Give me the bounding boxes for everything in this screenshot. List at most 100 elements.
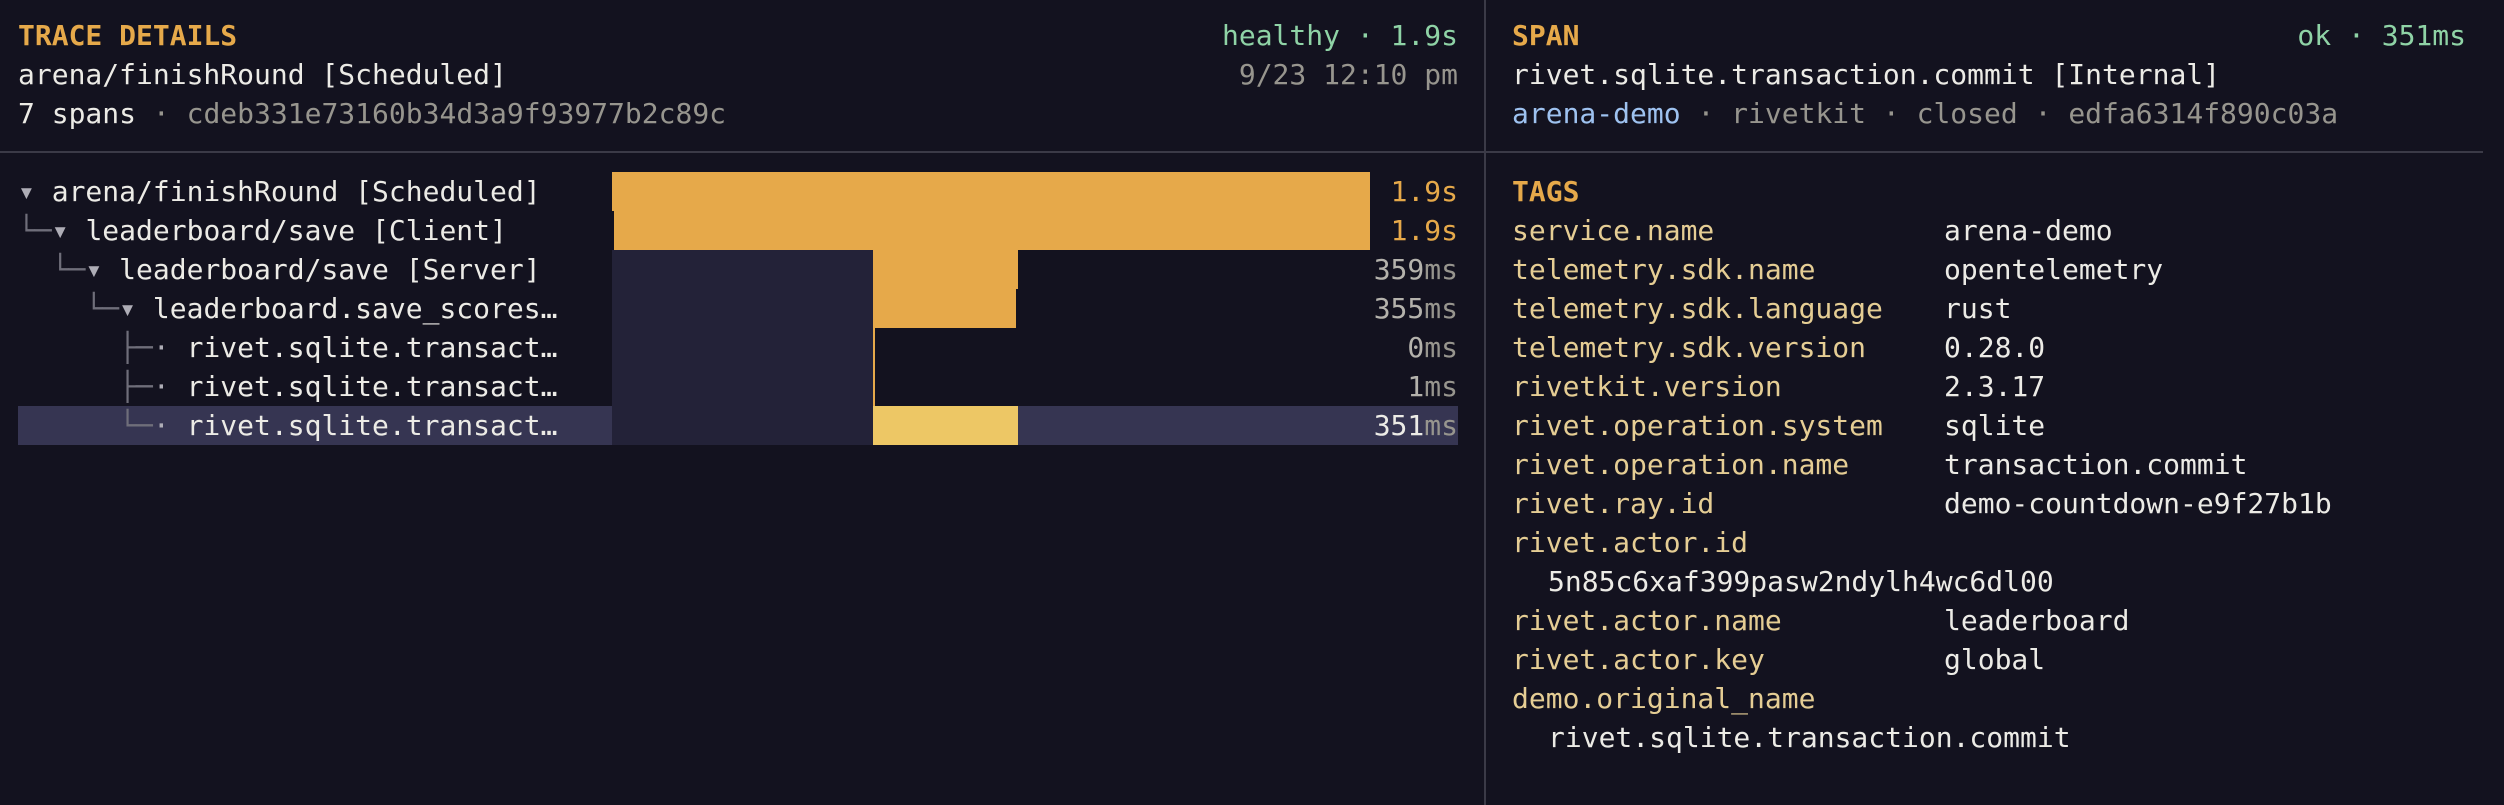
tree-branch: ├─	[18, 331, 153, 364]
duration-value: 1.9	[1390, 214, 1442, 247]
duration-unit: ms	[1424, 253, 1458, 286]
trace-timestamp: 9/23 12:10 pm	[1238, 58, 1458, 91]
dot-icon: ·	[152, 331, 170, 364]
span-count: 7 spans	[18, 97, 137, 130]
timeline-offset	[612, 328, 873, 367]
span-duration: 1.9s	[1391, 172, 1458, 211]
caret-down-icon[interactable]: ▾	[85, 253, 102, 286]
tag-key: rivet.actor.name	[1512, 604, 1782, 637]
span-heading: SPAN	[1512, 19, 1580, 52]
timeline-bar	[873, 406, 1018, 445]
span-row[interactable]: └─▾ leaderboard/save [Client] 1.9s	[18, 211, 1458, 250]
tag-value: 5n85c6xaf399pasw2ndylh4wc6dl00	[1548, 565, 2054, 598]
timeline-track	[612, 172, 1370, 211]
trace-id: cdeb331e73160b34d3a9f93977b2c89c	[186, 97, 727, 130]
tree-branch: └─	[18, 292, 120, 325]
span-duration: 0ms	[1407, 328, 1458, 367]
timeline-bar	[873, 328, 875, 367]
tag-value: 2.3.17	[1944, 370, 2046, 403]
trace-name: arena/finishRound [Scheduled]	[18, 58, 507, 91]
header-divider	[0, 151, 1484, 153]
duration-unit: s	[1441, 214, 1458, 247]
span-row[interactable]: └─▾ leaderboard/save [Server] 359ms	[18, 250, 1458, 289]
meta-separator: ·	[152, 97, 170, 130]
timeline-bar	[873, 250, 1018, 289]
span-duration: 351ms	[1374, 406, 1458, 445]
caret-down-icon[interactable]: ▾	[119, 292, 136, 325]
span-row-label: └─· rivet.sqlite.transact…	[18, 406, 557, 445]
tag-key: rivet.operation.system	[1512, 409, 1883, 442]
tag-key: rivet.operation.name	[1512, 448, 1850, 481]
span-name: rivet.sqlite.transact…	[186, 409, 558, 442]
span-row-label: └─▾ leaderboard/save [Server]	[18, 250, 541, 289]
span-row[interactable]: └─▾ leaderboard.save_scores… 355ms	[18, 289, 1458, 328]
duration-value: 351	[1373, 409, 1425, 442]
trace-details-panel: TRACE DETAILS healthy · 1.9s arena/finis…	[0, 0, 1484, 805]
service-link[interactable]: arena-demo	[1512, 97, 1681, 130]
tag-key: rivetkit.version	[1512, 370, 1782, 403]
span-name: leaderboard.save_scores…	[152, 292, 558, 325]
span-name: leaderboard/save [Server]	[119, 253, 541, 286]
span-row-label: └─▾ leaderboard/save [Client]	[18, 211, 507, 250]
span-row[interactable]: ├─· rivet.sqlite.transact… 1ms	[18, 367, 1458, 406]
meta-separator: ·	[2034, 97, 2052, 130]
tree-branch: └─	[18, 214, 52, 247]
tag-value: transaction.commit	[1944, 448, 2248, 481]
timeline-bar	[614, 211, 1370, 250]
tag-key: telemetry.sdk.name	[1512, 253, 1816, 286]
span-id: edfa6314f890c03a	[2068, 97, 2339, 130]
tag-value: opentelemetry	[1944, 253, 2164, 286]
span-row[interactable]: ├─· rivet.sqlite.transact… 0ms	[18, 328, 1458, 367]
timeline-track	[612, 406, 1370, 445]
duration-unit: ms	[1424, 331, 1458, 364]
tag-key: service.name	[1512, 214, 1715, 247]
caret-down-icon[interactable]: ▾	[52, 214, 69, 247]
span-row[interactable]: └─· rivet.sqlite.transact… 351ms	[18, 406, 1458, 445]
timeline-track	[612, 328, 1370, 367]
tags-heading: TAGS	[1512, 175, 1580, 208]
tag-key: rivet.actor.id	[1512, 526, 1749, 559]
trace-meta: 7 spans · cdeb331e73160b34d3a9f93977b2c8…	[18, 94, 726, 133]
timeline-bar	[873, 289, 1016, 328]
tree-branch: ├─	[18, 370, 153, 403]
timeline-track	[612, 211, 1370, 250]
tree-branch: └─	[18, 409, 153, 442]
timeline-bar	[612, 172, 1370, 211]
timeline-track	[612, 367, 1370, 406]
tag-value: arena-demo	[1944, 214, 2113, 247]
tag-key: telemetry.sdk.version	[1512, 331, 1867, 364]
duration-unit: ms	[1424, 292, 1458, 325]
timeline-track	[612, 250, 1370, 289]
tag-value: rust	[1944, 292, 2012, 325]
meta-separator: ·	[1697, 97, 1715, 130]
duration-value: 359	[1373, 253, 1425, 286]
span-row-label: ▾ arena/finishRound [Scheduled]	[18, 172, 541, 211]
timeline-offset	[612, 250, 873, 289]
dot-icon: ·	[152, 409, 170, 442]
duration-unit: s	[1441, 175, 1458, 208]
tag-value: 0.28.0	[1944, 331, 2046, 364]
tag-key: demo.original_name	[1512, 682, 1816, 715]
span-state: closed	[1916, 97, 2018, 130]
tag-value: rivet.sqlite.transaction.commit	[1548, 721, 2071, 754]
span-name: arena/finishRound [Scheduled]	[51, 175, 541, 208]
duration-value: 1.9	[1390, 175, 1442, 208]
span-status: ok · 351ms	[2297, 19, 2466, 52]
caret-down-icon[interactable]: ▾	[18, 175, 35, 208]
span-duration: 1.9s	[1391, 211, 1458, 250]
tag-key: rivet.ray.id	[1512, 487, 1715, 520]
timeline-bar	[873, 367, 875, 406]
span-name: rivet.sqlite.transact…	[186, 331, 558, 364]
duration-unit: ms	[1424, 409, 1458, 442]
dot-icon: ·	[152, 370, 170, 403]
trace-details-heading: TRACE DETAILS	[18, 19, 238, 52]
duration-value: 0	[1407, 331, 1425, 364]
tag-value: demo-countdown-e9f27b1b	[1944, 487, 2332, 520]
span-duration: 1ms	[1407, 367, 1458, 406]
span-library: rivetkit	[1731, 97, 1867, 130]
duration-unit: ms	[1424, 370, 1458, 403]
span-row-label: ├─· rivet.sqlite.transact…	[18, 328, 557, 367]
tag-key: rivet.actor.key	[1512, 643, 1765, 676]
timeline-track	[612, 289, 1370, 328]
span-row[interactable]: ▾ arena/finishRound [Scheduled] 1.9s	[18, 172, 1458, 211]
